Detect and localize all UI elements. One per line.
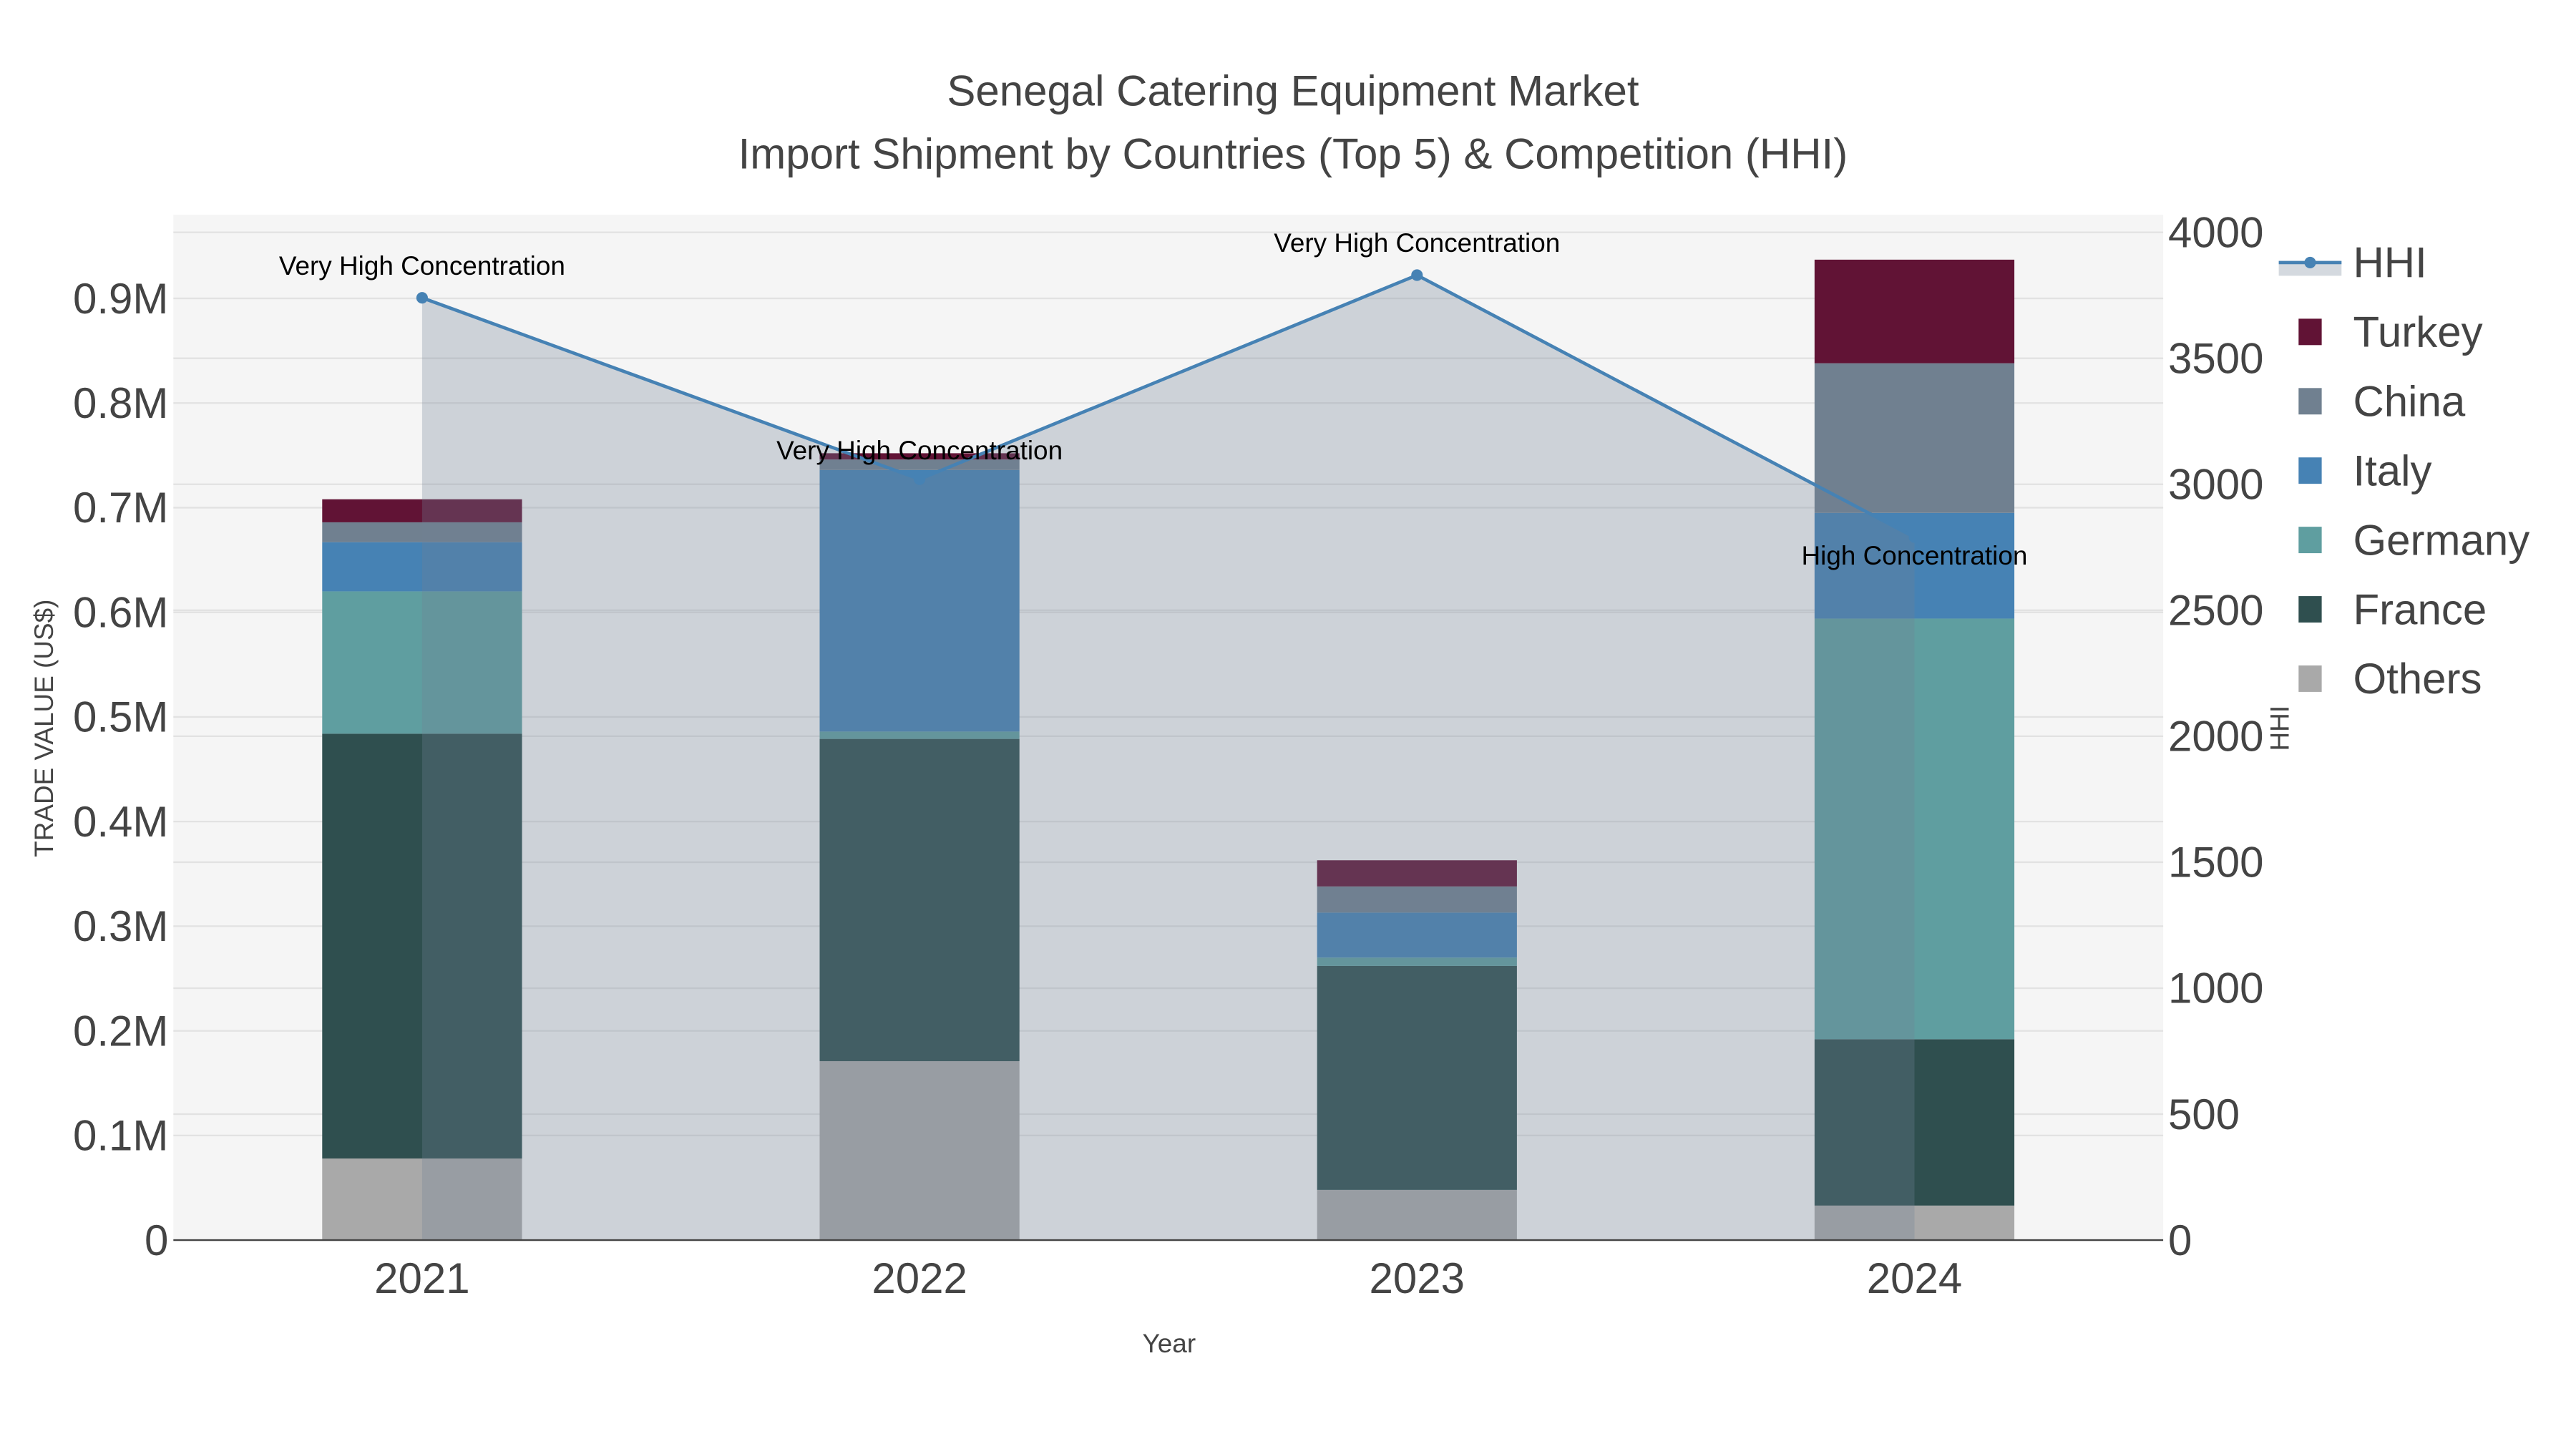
chart: 0 0.1M 0.2M 0.3M 0.4M 0.5M 0.6M 0.7M 0.8M 0.9M 0 5…: [0, 0, 2576, 1449]
y2-axis-title: HHI: [2265, 706, 2294, 751]
legend-hhi-marker: [2304, 256, 2316, 268]
y2-tick-label: 3500: [2168, 334, 2263, 382]
hhi-point: [914, 473, 926, 485]
bar-turkey-2024: [1814, 259, 2015, 364]
legend-swatch-italy: [2298, 457, 2322, 484]
hhi-annotation: High Concentration: [1802, 541, 2028, 570]
y-tick-label: 0: [145, 1216, 168, 1264]
chart-subtitle: Import Shipment by Countries (Top 5) & C…: [738, 130, 1848, 177]
y2-tick-label: 4000: [2168, 208, 2263, 256]
hhi-annotation: Very High Concentration: [776, 436, 1063, 465]
y-tick-label: 0.1M: [73, 1112, 168, 1160]
legend-label-italy: Italy: [2353, 447, 2431, 494]
y2-tick-label: 2500: [2168, 587, 2263, 635]
y2-tick-label: 500: [2168, 1091, 2240, 1138]
y-axis-title: TRADE VALUE (US$): [29, 600, 59, 857]
hhi-point: [416, 292, 428, 304]
y-tick-label: 0.4M: [73, 798, 168, 846]
x-tick-label: 2022: [872, 1254, 967, 1302]
hhi-point: [1411, 269, 1423, 281]
legend-swatch-others: [2298, 665, 2322, 692]
y-tick-label: 0.9M: [73, 275, 168, 323]
y2-tick-label: 1000: [2168, 965, 2263, 1013]
bar-china-2024: [1814, 363, 2015, 513]
y2-tick-label: 2000: [2168, 713, 2263, 761]
y-tick-label: 0.7M: [73, 484, 168, 532]
y-tick-label: 0.6M: [73, 588, 168, 636]
y2-tick-label: 0: [2168, 1216, 2192, 1264]
legend-label-france: France: [2353, 585, 2487, 633]
legend-label-turkey: Turkey: [2353, 308, 2482, 356]
y2-tick-label: 3000: [2168, 461, 2263, 509]
legend-swatch-turkey: [2298, 318, 2322, 346]
legend-label-hhi: HHI: [2353, 239, 2426, 287]
hhi-annotation: Very High Concentration: [1274, 228, 1560, 258]
legend-swatch-france: [2298, 596, 2322, 623]
hhi-annotation: Very High Concentration: [279, 251, 565, 280]
legend-label-china: China: [2353, 378, 2465, 426]
y-tick-label: 0.2M: [73, 1007, 168, 1055]
x-tick-label: 2024: [1867, 1254, 1962, 1302]
y-tick-label: 0.8M: [73, 379, 168, 427]
y-tick-label: 0.3M: [73, 902, 168, 950]
y2-tick-label: 1500: [2168, 839, 2263, 887]
legend-label-others: Others: [2353, 655, 2482, 703]
y-tick-label: 0.5M: [73, 693, 168, 741]
legend-swatch-china: [2298, 388, 2322, 415]
legend-swatch-germany: [2298, 527, 2322, 554]
chart-title: Senegal Catering Equipment Market: [947, 67, 1639, 115]
legend-label-germany: Germany: [2353, 516, 2529, 564]
x-axis-title: Year: [1143, 1329, 1196, 1358]
x-tick-label: 2021: [374, 1254, 469, 1302]
x-tick-label: 2023: [1370, 1254, 1465, 1302]
